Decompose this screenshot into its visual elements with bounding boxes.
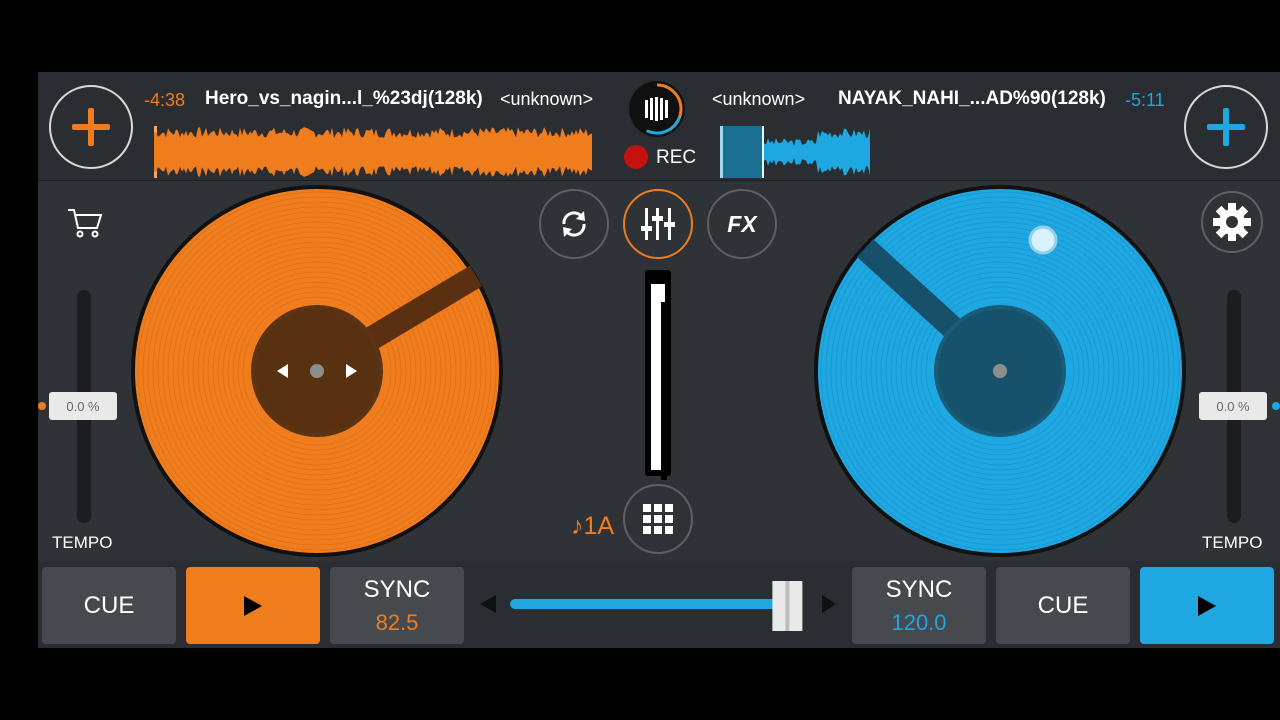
deck-a-tempo-label: TEMPO [52, 533, 113, 552]
deck-a-waveform[interactable] [154, 126, 594, 178]
mixer-icon [641, 208, 675, 240]
dj-app: -4:38 Hero_vs_nagin...l_%23dj(128k) <unk… [38, 72, 1280, 648]
crossfader-left-icon [480, 595, 496, 613]
deck-a-artist: <unknown> [500, 89, 594, 109]
record-label: REC [656, 147, 697, 168]
mixer-button[interactable] [623, 189, 693, 259]
deck-a-turntable[interactable] [130, 184, 504, 558]
deck-a-cue-button[interactable]: CUE [42, 567, 176, 644]
cart-icon[interactable] [67, 208, 103, 238]
gear-icon [1213, 203, 1251, 241]
deck-b-tempo-handle[interactable]: 0.0 % [1199, 392, 1267, 420]
deck-a-key[interactable]: ♪1A [571, 512, 614, 541]
plus-icon [72, 108, 110, 146]
deck-b-cue-button[interactable]: CUE [996, 567, 1130, 644]
loop-icon [562, 211, 586, 237]
deck-b-sync-button[interactable]: SYNC 120.0 [852, 567, 986, 644]
volume-fader[interactable] [645, 270, 671, 480]
deck-a-sync-button[interactable]: SYNC 82.5 [330, 567, 464, 644]
deck-b-waveform[interactable] [720, 126, 870, 178]
deck-b-bpm: 120.0 [891, 609, 947, 635]
deck-b-turntable[interactable] [813, 184, 1187, 558]
deck-b-time: -5:11 [1125, 90, 1165, 110]
sampler-button[interactable] [623, 484, 693, 554]
loop-button[interactable] [539, 189, 609, 259]
deck-a-sync-label: SYNC [363, 575, 431, 603]
fader-slot [661, 302, 667, 480]
settings-button[interactable] [1201, 191, 1263, 253]
deck-a-cue-label: CUE [83, 591, 135, 619]
deck-a-tempo-handle[interactable]: 0.0 % [49, 392, 117, 420]
transport-bar: CUE SYNC 82.5 SYNC 120.0 CUE [38, 561, 1280, 648]
deck-b-tempo-indicator [1272, 402, 1280, 410]
load-track-a-button[interactable] [49, 85, 133, 169]
deck-b-sync-label: SYNC [885, 575, 953, 603]
crossfader-handle [772, 581, 803, 631]
deck-a-tempo-indicator [38, 402, 46, 410]
deck-a-title: Hero_vs_nagin...l_%23dj(128k) [205, 88, 483, 109]
deck-b-tempo-label: TEMPO [1202, 533, 1263, 552]
deck-b-artist: <unknown> [712, 89, 806, 109]
play-icon [1198, 595, 1216, 616]
play-icon [244, 595, 262, 616]
crossfader[interactable] [478, 581, 838, 631]
fx-button[interactable]: FX [707, 189, 777, 259]
fader-frame [651, 284, 667, 480]
deck-b-cue-label: CUE [1037, 591, 1089, 619]
grid-icon [643, 504, 673, 534]
recorder-logo-icon[interactable] [628, 80, 686, 138]
deck-b-play-button[interactable] [1140, 567, 1274, 644]
deck-a-bpm: 82.5 [375, 609, 419, 635]
deck-a-time: -4:38 [144, 90, 186, 110]
deck-b-title: NAYAK_NAHI_...AD%90(128k) [838, 88, 1106, 109]
record-icon[interactable] [624, 145, 648, 169]
top-bar: -4:38 Hero_vs_nagin...l_%23dj(128k) <unk… [38, 72, 1280, 181]
load-track-b-button[interactable] [1184, 85, 1268, 169]
crossfader-right-icon [822, 595, 836, 613]
deck-a-play-button[interactable] [186, 567, 320, 644]
fx-icon: FX [727, 210, 757, 237]
plus-icon [1207, 108, 1245, 146]
